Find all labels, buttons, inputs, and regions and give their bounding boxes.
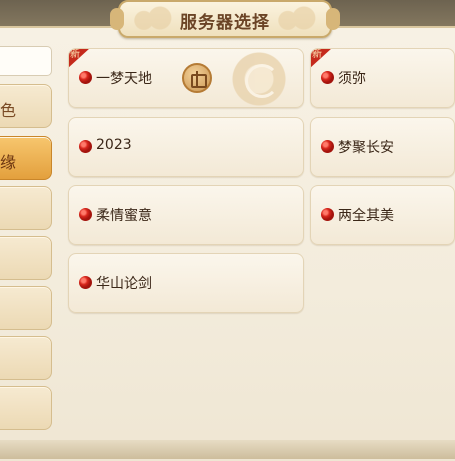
sidebar-tab[interactable] bbox=[0, 186, 52, 230]
sidebar: 色 缘 bbox=[0, 44, 56, 444]
sidebar-tab[interactable]: 色 bbox=[0, 84, 52, 128]
status-dot-icon bbox=[79, 208, 92, 221]
server-card[interactable]: 2023 bbox=[68, 117, 304, 177]
server-card[interactable]: 两全其美 bbox=[310, 185, 455, 245]
server-name: 两全其美 bbox=[338, 208, 394, 224]
status-dot-icon bbox=[321, 71, 334, 84]
server-name: 华山论剑 bbox=[96, 276, 152, 292]
page-title: 服务器选择 bbox=[180, 13, 270, 33]
status-dot-icon bbox=[79, 71, 92, 84]
sidebar-tab-active[interactable]: 缘 bbox=[0, 136, 52, 180]
sidebar-tab-label: 色 bbox=[0, 101, 17, 120]
sidebar-tab-label: 缘 bbox=[0, 153, 17, 172]
server-name: 2023 bbox=[96, 137, 132, 153]
status-dot-icon bbox=[79, 276, 92, 289]
bottom-decoration bbox=[0, 440, 455, 459]
server-name: 须弥 bbox=[338, 71, 366, 87]
status-dot-icon bbox=[321, 140, 334, 153]
new-badge: 新 bbox=[69, 49, 90, 68]
sidebar-tab[interactable] bbox=[0, 336, 52, 380]
sidebar-tab[interactable] bbox=[0, 236, 52, 280]
server-card[interactable]: 华山论剑 bbox=[68, 253, 304, 313]
sidebar-tab[interactable] bbox=[0, 386, 52, 430]
server-card[interactable]: 新 一梦天地 bbox=[68, 48, 304, 108]
server-card[interactable]: 新 须弥 bbox=[310, 48, 455, 108]
title-banner: 服务器选择 bbox=[110, 0, 340, 38]
status-dot-icon bbox=[79, 140, 92, 153]
sidebar-search-field[interactable] bbox=[0, 46, 52, 76]
server-card[interactable]: 梦聚长安 bbox=[310, 117, 455, 177]
status-dot-icon bbox=[321, 208, 334, 221]
swirl-emblem-icon bbox=[229, 52, 289, 106]
server-name: 梦聚长安 bbox=[338, 140, 394, 156]
server-name: 柔情蜜意 bbox=[96, 208, 152, 224]
new-badge: 新 bbox=[311, 49, 332, 68]
server-card[interactable]: 柔情蜜意 bbox=[68, 185, 304, 245]
gift-icon[interactable] bbox=[182, 63, 212, 93]
server-name: 一梦天地 bbox=[96, 71, 152, 87]
sidebar-tab[interactable] bbox=[0, 286, 52, 330]
